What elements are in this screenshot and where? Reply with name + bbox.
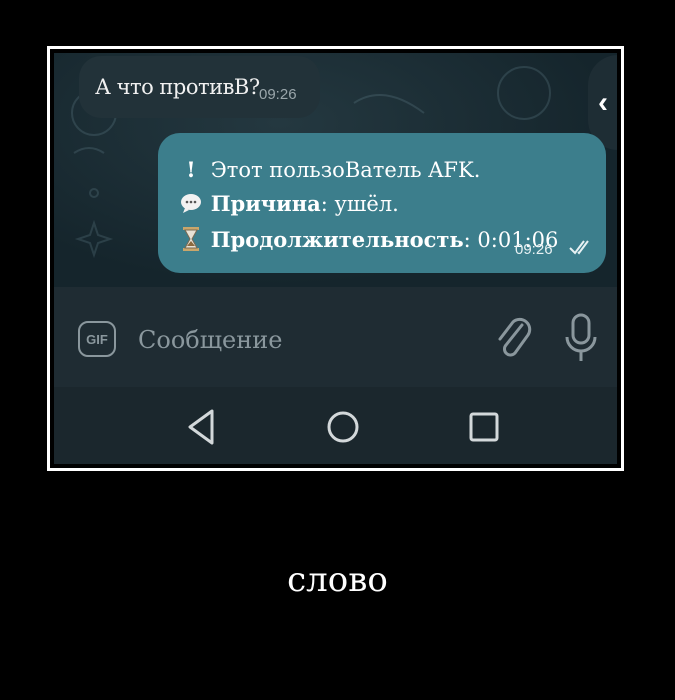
paperclip-icon[interactable]: [494, 315, 534, 363]
duration-label: Продолжительность: [210, 227, 464, 252]
read-checkmarks-icon: [569, 240, 589, 255]
android-nav-bar: [54, 387, 617, 464]
reason-sep: :: [320, 192, 328, 216]
duration-sep: :: [463, 228, 471, 252]
circle-home-icon[interactable]: [323, 407, 363, 447]
hourglass-icon: [178, 227, 204, 252]
caption-text: слово: [287, 560, 388, 600]
message-input-bar: GIF: [54, 287, 617, 387]
phone-screen: А что противВ? 09:26 ‹ ! Этот пользоВате…: [54, 53, 617, 464]
chevron-left-icon: ‹: [598, 85, 608, 119]
outgoing-message-time: 09:26: [515, 241, 553, 258]
square-recents-icon[interactable]: [464, 407, 504, 447]
speech-bubble-icon: [178, 192, 204, 216]
duration-line: Продолжительность: 0:01:06: [178, 227, 558, 252]
message-input[interactable]: [136, 321, 470, 359]
incoming-message-text: А что противВ?: [95, 75, 260, 99]
afk-notice-line: ! Этот пользоВатель AFK.: [178, 157, 480, 182]
microphone-icon[interactable]: [564, 313, 598, 365]
outgoing-message-bubble[interactable]: ! Этот пользоВатель AFK. Причина: ушёл.: [158, 133, 606, 273]
incoming-message-bubble[interactable]: А что противВ? 09:26: [79, 56, 320, 118]
incoming-message-time: 09:26: [259, 86, 297, 103]
reason-line: Причина: ушёл.: [178, 191, 399, 216]
reason-label: Причина: [210, 191, 321, 216]
gif-button[interactable]: GIF: [78, 321, 116, 357]
exclamation-icon: !: [186, 157, 196, 182]
afk-notice-text: Этот пользоВатель AFK.: [210, 158, 481, 182]
reason-value: ушёл.: [327, 192, 399, 216]
triangle-back-icon[interactable]: [182, 407, 222, 447]
demotivator-frame: А что противВ? 09:26 ‹ ! Этот пользоВате…: [47, 46, 624, 471]
